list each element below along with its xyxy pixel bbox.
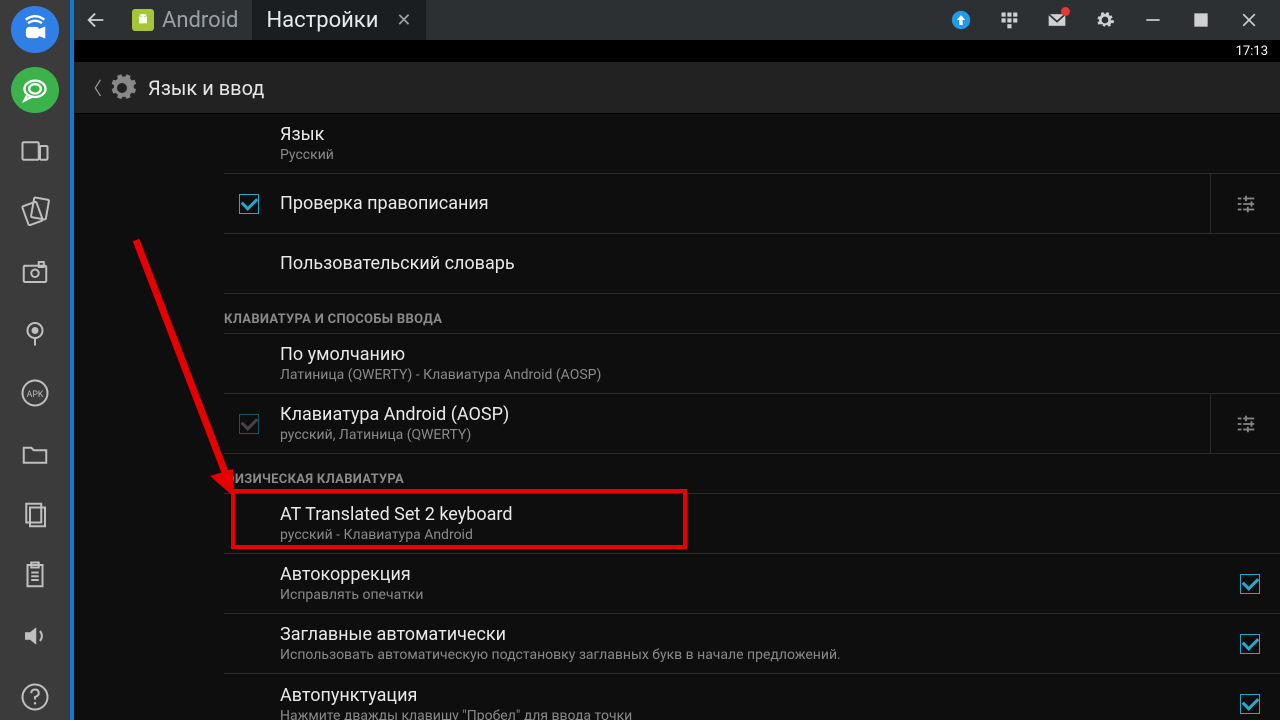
window-minimize-button[interactable] <box>1142 9 1164 31</box>
row-defkb-sub: Латиница (QWERTY) - Клавиатура Android (… <box>280 367 1280 383</box>
action-bar-title: Язык и ввод <box>148 76 264 100</box>
titlebar-upload-icon[interactable] <box>950 9 972 31</box>
status-time: 17:13 <box>1236 44 1268 59</box>
row-aosp-keyboard[interactable]: Клавиатура Android (AOSP) русский, Латин… <box>224 394 1280 454</box>
row-language-title: Язык <box>280 124 1280 145</box>
app-sidebar: APK <box>0 0 70 720</box>
row-language[interactable]: Язык Русский <box>224 114 1280 174</box>
row-aosp-title: Клавиатура Android (AOSP) <box>280 404 1210 425</box>
row-physical-keyboard[interactable]: AT Translated Set 2 keyboard русский - К… <box>224 494 1280 554</box>
status-bar: 17:13 <box>74 40 1280 62</box>
row-autocaps[interactable]: Заглавные автоматически Использовать авт… <box>224 614 1280 674</box>
spellcheck-checkbox[interactable] <box>239 194 259 214</box>
tab-settings[interactable]: Настройки ✕ <box>252 0 425 40</box>
tab-settings-label: Настройки <box>266 8 378 33</box>
row-autopunct-title: Автопунктуация <box>280 685 1220 706</box>
row-autopunct-sub: Нажмите дважды клавишу "Пробел" для ввод… <box>280 708 1220 720</box>
spellcheck-settings-button[interactable] <box>1210 174 1280 233</box>
window-maximize-button[interactable] <box>1190 9 1212 31</box>
notification-dot <box>1061 7 1070 16</box>
aosp-checkbox <box>239 414 259 434</box>
row-user-dictionary[interactable]: Пользовательский словарь <box>224 234 1280 294</box>
action-back-icon: 〈 <box>84 75 102 101</box>
row-autocorrect[interactable]: Автокоррекция Исправлять опечатки <box>224 554 1280 614</box>
sidebar-rotation-icon[interactable] <box>11 188 59 235</box>
titlebar-settings-icon[interactable] <box>1094 9 1116 31</box>
row-phys-sub: русский - Клавиатура Android <box>280 527 1280 543</box>
sidebar-help-icon[interactable] <box>11 673 59 720</box>
row-language-sub: Русский <box>280 147 1280 163</box>
android-surface: 17:13 〈 Язык и ввод Язык Русский Проверк… <box>74 40 1280 720</box>
autopunct-checkbox[interactable] <box>1240 694 1260 714</box>
row-autocorr-sub: Исправлять опечатки <box>280 587 1220 603</box>
sidebar-chat-icon[interactable] <box>11 67 59 114</box>
sidebar-volume-icon[interactable] <box>11 613 59 660</box>
sidebar-folder-icon[interactable] <box>11 431 59 478</box>
row-autopunct[interactable]: Автопунктуация Нажмите дважды клавишу "П… <box>224 674 1280 720</box>
titlebar-mail-icon[interactable] <box>1046 9 1068 31</box>
row-defkb-title: По умолчанию <box>280 344 1280 365</box>
sidebar-camera-icon[interactable] <box>11 249 59 296</box>
sidebar-devices-icon[interactable] <box>11 127 59 174</box>
row-spellcheck-title: Проверка правописания <box>280 193 1210 214</box>
row-spellcheck[interactable]: Проверка правописания <box>224 174 1280 234</box>
android-icon <box>132 9 154 31</box>
row-autocaps-title: Заглавные автоматически <box>280 624 1220 645</box>
sidebar-record-icon[interactable] <box>11 6 59 53</box>
aosp-settings-button[interactable] <box>1210 394 1280 453</box>
autocaps-checkbox[interactable] <box>1240 634 1260 654</box>
sidebar-copy-icon[interactable] <box>11 491 59 538</box>
row-default-keyboard[interactable]: По умолчанию Латиница (QWERTY) - Клавиат… <box>224 334 1280 394</box>
sidebar-clipboard-icon[interactable] <box>11 552 59 599</box>
settings-list: Язык Русский Проверка правописания Польз… <box>74 114 1280 720</box>
row-aosp-sub: русский, Латиница (QWERTY) <box>280 427 1210 443</box>
window-titlebar: Android Настройки ✕ <box>74 0 1280 40</box>
action-bar[interactable]: 〈 Язык и ввод <box>74 62 1280 114</box>
window-close-button[interactable] <box>1238 9 1260 31</box>
tab-android-home[interactable]: Android <box>118 0 252 40</box>
tab-home-label: Android <box>162 8 238 33</box>
tab-close-icon[interactable]: ✕ <box>396 10 411 31</box>
back-button[interactable] <box>74 0 118 40</box>
row-autocaps-sub: Использовать автоматическую подстановку … <box>280 647 1220 663</box>
sidebar-apk-icon[interactable]: APK <box>11 370 59 417</box>
row-autocorr-title: Автокоррекция <box>280 564 1220 585</box>
autocorrect-checkbox[interactable] <box>1240 574 1260 594</box>
sidebar-location-icon[interactable] <box>11 309 59 356</box>
section-header-physical: ФИЗИЧЕСКАЯ КЛАВИАТУРА <box>224 454 1280 494</box>
settings-gear-icon <box>106 72 138 104</box>
svg-text:APK: APK <box>27 390 44 400</box>
row-phys-title: AT Translated Set 2 keyboard <box>280 504 1280 525</box>
titlebar-grid-icon[interactable] <box>998 9 1020 31</box>
section-header-keyboard: КЛАВИАТУРА И СПОСОБЫ ВВОДА <box>224 294 1280 334</box>
row-userdict-title: Пользовательский словарь <box>280 253 1280 274</box>
